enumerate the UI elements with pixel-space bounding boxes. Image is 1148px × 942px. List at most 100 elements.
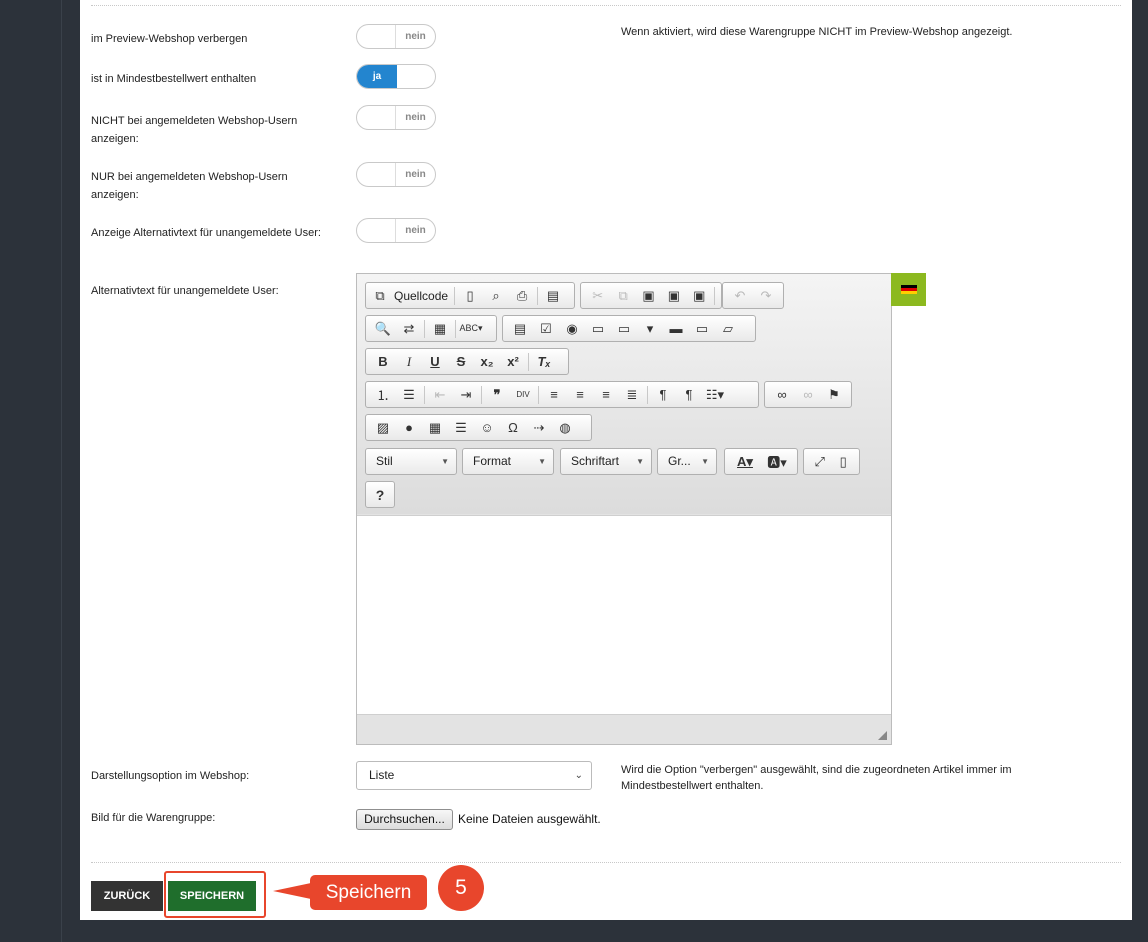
paste-text-icon[interactable]: ▣ <box>661 285 686 307</box>
bold-icon[interactable]: B <box>370 351 396 373</box>
toggle-state: nein <box>395 106 435 129</box>
redo-icon[interactable]: ↷ <box>753 285 779 307</box>
cut-icon[interactable]: ✂ <box>585 285 610 307</box>
radio-icon[interactable]: ◉ <box>559 318 585 340</box>
align-right-icon[interactable]: ≡ <box>593 384 619 406</box>
image-label: Bild für die Warengruppe: <box>91 812 216 824</box>
toolbar-group-history: ↶ ↷ <box>722 282 784 309</box>
german-flag-icon <box>900 284 917 295</box>
language-icon[interactable]: ☷▾ <box>702 384 728 406</box>
save-button[interactable]: SPEICHERN <box>168 881 256 911</box>
toggle-state: nein <box>395 163 435 186</box>
toolbar-group-paragraph: ⒈ ☰ ⇤ ⇥ ❞ DIV ≡ ≡ ≡ ≣ ¶ ¶ ☷▾ <box>365 381 759 408</box>
only-logged-toggle[interactable]: nein <box>356 162 436 187</box>
iframe-icon[interactable]: ◍ <box>552 417 578 439</box>
separator <box>424 385 425 404</box>
source-icon[interactable]: ⧉ <box>370 285 390 307</box>
show-blocks-icon[interactable]: ▯ <box>832 451 856 473</box>
copy-icon[interactable]: ⧉ <box>610 285 635 307</box>
table-icon[interactable]: ▦ <box>422 417 448 439</box>
preview-icon[interactable]: ⌕ <box>483 285 509 307</box>
format-combo[interactable]: Format ▼ <box>462 448 554 475</box>
justify-icon[interactable]: ≣ <box>619 384 645 406</box>
strikethrough-icon[interactable]: S <box>448 351 474 373</box>
font-size-combo[interactable]: Gr... ▼ <box>657 448 717 475</box>
textfield-icon[interactable]: ▭ <box>585 318 611 340</box>
print-icon[interactable]: ⎙ <box>509 285 535 307</box>
subscript-icon[interactable]: x₂ <box>474 351 500 373</box>
outdent-icon[interactable]: ⇤ <box>427 384 453 406</box>
smiley-icon[interactable]: ☺ <box>474 417 500 439</box>
browse-button[interactable]: Durchsuchen... <box>356 809 453 830</box>
link-icon[interactable]: ∞ <box>769 384 795 406</box>
indent-icon[interactable]: ⇥ <box>453 384 479 406</box>
page-break-icon[interactable]: ⇢ <box>526 417 552 439</box>
display-option-select[interactable]: Liste ⌄ <box>356 761 592 790</box>
div-container-icon[interactable]: DIV <box>510 384 536 406</box>
back-button[interactable]: ZURÜCK <box>91 881 163 911</box>
horizontal-line-icon[interactable]: ☰ <box>448 417 474 439</box>
background-color-icon[interactable]: 🅰▾ <box>761 451 793 473</box>
alt-text-toggle[interactable]: nein <box>356 218 436 243</box>
flash-icon[interactable]: ● <box>396 417 422 439</box>
ltr-icon[interactable]: ¶ <box>650 384 676 406</box>
superscript-icon[interactable]: x² <box>500 351 526 373</box>
align-left-icon[interactable]: ≡ <box>541 384 567 406</box>
form-icon[interactable]: ▤ <box>507 318 533 340</box>
checkbox-icon[interactable]: ☑ <box>533 318 559 340</box>
anchor-icon[interactable]: ⚑ <box>821 384 847 406</box>
preview-hide-toggle[interactable]: nein <box>356 24 436 49</box>
button-field-icon[interactable]: ▬ <box>663 318 689 340</box>
numbered-list-icon[interactable]: ⒈ <box>370 384 396 406</box>
paste-icon[interactable]: ▣ <box>636 285 661 307</box>
select-field-icon[interactable]: ▾ <box>637 318 663 340</box>
separator <box>528 352 529 371</box>
language-flag-button[interactable] <box>891 273 926 306</box>
textarea-icon[interactable]: ▭ <box>611 318 637 340</box>
templates-icon[interactable]: ▤ <box>540 285 566 307</box>
text-color-icon[interactable]: A▾ <box>729 451 761 473</box>
unlink-icon[interactable]: ∞ <box>795 384 821 406</box>
bulleted-list-icon[interactable]: ☰ <box>396 384 422 406</box>
separator <box>454 286 456 305</box>
spellcheck-icon[interactable]: ABC▾ <box>458 318 484 340</box>
replace-icon[interactable]: ⇄ <box>396 318 422 340</box>
toolbar-group-links: ∞ ∞ ⚑ <box>764 381 852 408</box>
new-page-icon[interactable]: ▯ <box>457 285 483 307</box>
align-center-icon[interactable]: ≡ <box>567 384 593 406</box>
combo-label: Format <box>473 454 512 468</box>
undo-icon[interactable]: ↶ <box>727 285 753 307</box>
source-button[interactable]: Quellcode <box>390 289 452 303</box>
not-logged-toggle[interactable]: nein <box>356 105 436 130</box>
toolbar-group-clipboard: ✂ ⧉ ▣ ▣ ▣ <box>580 282 722 309</box>
rtl-icon[interactable]: ¶ <box>676 384 702 406</box>
select-value: Liste <box>369 768 395 782</box>
dropdown-arrow-icon: ▼ <box>538 457 546 466</box>
callout-pointer <box>273 883 311 899</box>
italic-icon[interactable]: I <box>396 351 422 373</box>
paste-word-icon[interactable]: ▣ <box>687 285 712 307</box>
image-button-icon[interactable]: ▭ <box>689 318 715 340</box>
find-icon[interactable]: 🔍 <box>370 318 396 340</box>
blockquote-icon[interactable]: ❞ <box>484 384 510 406</box>
underline-icon[interactable]: U <box>422 351 448 373</box>
style-combo[interactable]: Stil ▼ <box>365 448 457 475</box>
maximize-icon[interactable]: ⤢ <box>808 451 832 473</box>
alt-text-toggle-label: Anzeige Alternativtext für unangemeldete… <box>91 227 321 239</box>
toolbar-group-search: 🔍 ⇄ ▦ ABC▾ <box>365 315 497 342</box>
select-all-icon[interactable]: ▦ <box>427 318 453 340</box>
image-icon[interactable]: ▨ <box>370 417 396 439</box>
combo-label: Stil <box>376 454 393 468</box>
separator <box>424 319 425 338</box>
font-combo[interactable]: Schriftart ▼ <box>560 448 652 475</box>
special-char-icon[interactable]: Ω <box>500 417 526 439</box>
not-logged-label: NICHT bei angemeldeten Webshop-Usern anz… <box>91 115 298 145</box>
editor-content[interactable] <box>357 515 891 715</box>
help-button[interactable]: ? <box>367 484 393 506</box>
resize-handle-icon[interactable] <box>878 731 887 740</box>
dropdown-arrow-icon: ▼ <box>441 457 449 466</box>
hidden-field-icon[interactable]: ▱ <box>715 318 741 340</box>
min-order-toggle[interactable]: ja <box>356 64 436 89</box>
toolbar-group-help: ? <box>365 481 395 508</box>
remove-format-icon[interactable]: Tₓ <box>531 351 557 373</box>
